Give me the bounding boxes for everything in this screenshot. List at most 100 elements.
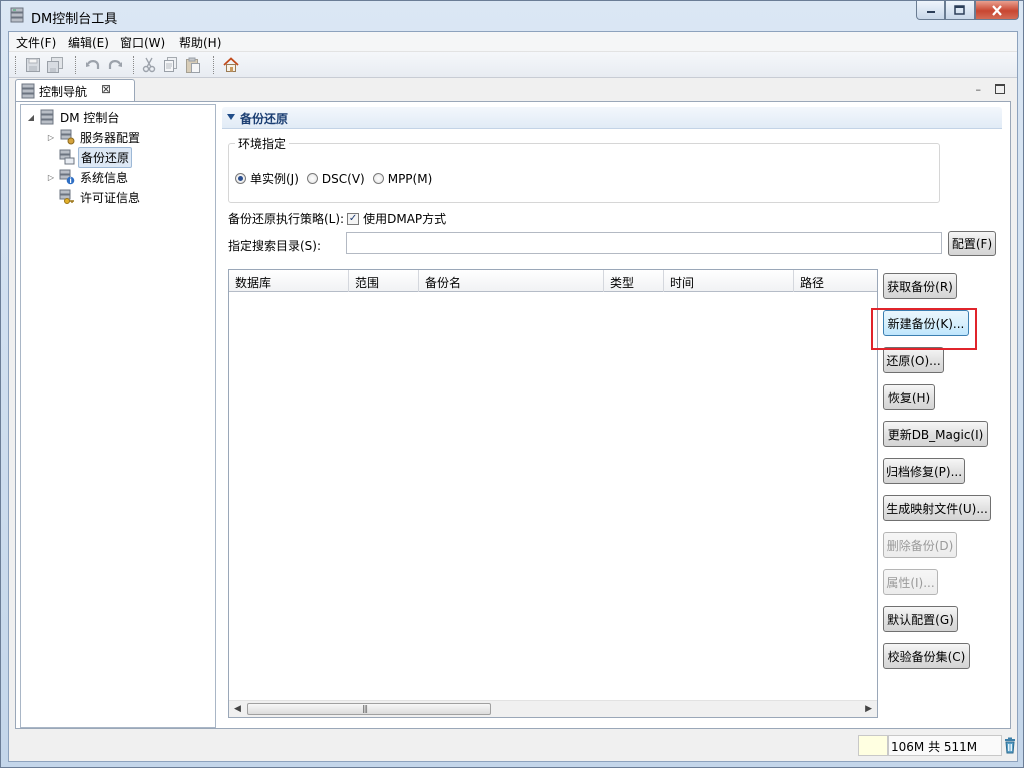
- view-minimize-icon[interactable]: –: [976, 83, 982, 96]
- radio-label[interactable]: 单实例(J): [250, 170, 299, 187]
- radio-label[interactable]: DSC(V): [322, 172, 365, 186]
- tree-collapsed-arrow-icon[interactable]: ▷: [45, 173, 57, 182]
- column-type[interactable]: 类型: [604, 270, 664, 292]
- tree-item-label: 系统信息: [80, 170, 129, 185]
- section-header[interactable]: 备份还原: [222, 107, 1002, 129]
- memory-usage: 106M 共 511M: [888, 735, 1002, 756]
- undo-icon[interactable]: [85, 57, 101, 73]
- tree-item-label: DM 控制台: [60, 110, 120, 125]
- tree-collapsed-arrow-icon[interactable]: ▷: [45, 133, 57, 142]
- view-tab-bar: 控制导航 ⊠ –: [12, 79, 1015, 101]
- window-title: DM控制台工具: [31, 12, 118, 27]
- view-body: ◢ DM 控制台 ▷ 服务器配置 备份还原 ▷ 系统信息 许可证信息 备份还原 …: [15, 101, 1011, 729]
- backup-table[interactable]: 数据库 范围 备份名 类型 时间 路径 ◀ ||| ▶: [228, 269, 878, 718]
- scroll-right-arrow-icon[interactable]: ▶: [865, 704, 872, 714]
- server-icon: [40, 109, 54, 125]
- tree-item-system-info[interactable]: ▷ 系统信息: [45, 167, 130, 187]
- view-maximize-icon[interactable]: [995, 84, 1005, 94]
- column-time[interactable]: 时间: [664, 270, 794, 292]
- home-icon[interactable]: [223, 57, 239, 73]
- restore-icon: [954, 5, 965, 15]
- save-all-icon[interactable]: [47, 57, 63, 73]
- tree-item-root[interactable]: ◢ DM 控制台: [25, 107, 121, 127]
- garbage-collect-icon[interactable]: [1004, 737, 1016, 754]
- update-db-magic-button[interactable]: 更新DB_Magic(I): [883, 421, 988, 447]
- radio-single-instance[interactable]: [235, 173, 246, 184]
- license-icon: [59, 189, 74, 204]
- archive-repair-button[interactable]: 归档修复(P)...: [883, 458, 965, 484]
- toolbar-separator: [213, 56, 216, 74]
- tree-item-backup-restore[interactable]: 备份还原: [45, 146, 133, 168]
- default-config-button[interactable]: 默认配置(G): [883, 606, 958, 632]
- environment-group: 环境指定 单实例(J) DSC(V) MPP(M): [228, 135, 940, 203]
- radio-label[interactable]: MPP(M): [388, 172, 433, 186]
- environment-group-title: 环境指定: [235, 135, 290, 152]
- navigator-tree: ◢ DM 控制台 ▷ 服务器配置 备份还原 ▷ 系统信息 许可证信息: [20, 104, 216, 728]
- get-backup-button[interactable]: 获取备份(R): [883, 273, 957, 299]
- section-title: 备份还原: [240, 112, 289, 126]
- menu-bar: 文件(F) 编辑(E) 窗口(W) 帮助(H): [9, 32, 1017, 52]
- minimize-icon: [926, 11, 935, 13]
- toolbar-separator: [133, 56, 136, 74]
- table-hscrollbar[interactable]: ◀ ||| ▶: [229, 700, 877, 717]
- properties-button[interactable]: 属性(I)...: [883, 569, 938, 595]
- recover-button[interactable]: 恢复(H): [883, 384, 935, 410]
- environment-radio-group: 单实例(J) DSC(V) MPP(M): [235, 170, 440, 187]
- dmap-checkbox-label[interactable]: 使用DMAP方式: [363, 210, 446, 227]
- tab-control-navigator[interactable]: 控制导航 ⊠: [15, 79, 135, 101]
- close-icon: [992, 4, 1002, 16]
- tree-item-server-config[interactable]: ▷ 服务器配置: [45, 127, 142, 147]
- maximize-button[interactable]: [945, 1, 975, 20]
- backup-restore-icon: [59, 149, 75, 165]
- tree-expanded-arrow-icon[interactable]: ◢: [25, 113, 37, 122]
- dmap-checkbox[interactable]: ✓: [347, 212, 360, 225]
- column-scope[interactable]: 范围: [349, 270, 419, 292]
- status-field: [858, 735, 888, 756]
- server-config-icon: [60, 129, 75, 145]
- menu-file[interactable]: 文件(F): [16, 34, 56, 51]
- cut-icon[interactable]: [141, 57, 157, 73]
- toolbar: [9, 52, 1017, 78]
- backup-restore-editor: 备份还原 环境指定 单实例(J) DSC(V) MPP(M) 备份还原执行策略(…: [220, 104, 1008, 728]
- column-backup-name[interactable]: 备份名: [419, 270, 604, 292]
- menu-window[interactable]: 窗口(W): [120, 34, 165, 51]
- close-button[interactable]: [975, 1, 1019, 20]
- restore-button[interactable]: 还原(O)...: [883, 347, 944, 373]
- collapse-arrow-icon[interactable]: [227, 114, 235, 120]
- copy-icon[interactable]: [163, 57, 179, 73]
- column-path[interactable]: 路径: [794, 270, 877, 292]
- system-info-icon: [59, 169, 75, 185]
- app-window: DM控制台工具 文件(F) 编辑(E) 窗口(W) 帮助(H) 控制导航 ⊠ –…: [0, 0, 1024, 768]
- window-controls: [916, 1, 1019, 21]
- verify-backup-set-button[interactable]: 校验备份集(C): [883, 643, 970, 669]
- highlight-annotation: [871, 308, 977, 350]
- minimize-button[interactable]: [916, 1, 945, 20]
- radio-dsc[interactable]: [306, 173, 318, 184]
- tree-item-license-info[interactable]: 许可证信息: [45, 187, 142, 207]
- menu-edit[interactable]: 编辑(E): [68, 34, 109, 51]
- menu-help[interactable]: 帮助(H): [179, 34, 221, 51]
- tab-close-icon[interactable]: ⊠: [101, 82, 111, 96]
- tree-item-label: 许可证信息: [80, 190, 141, 205]
- title-bar[interactable]: DM控制台工具: [1, 1, 1023, 31]
- save-icon[interactable]: [25, 57, 41, 73]
- app-icon: [10, 7, 24, 23]
- tree-item-label: 备份还原: [78, 146, 133, 168]
- navigator-icon: [21, 83, 35, 99]
- scroll-thumb[interactable]: |||: [247, 703, 491, 715]
- column-database[interactable]: 数据库: [229, 270, 349, 292]
- scroll-left-arrow-icon[interactable]: ◀: [234, 704, 241, 714]
- config-button[interactable]: 配置(F): [948, 231, 996, 256]
- paste-icon[interactable]: [185, 57, 201, 73]
- delete-backup-button[interactable]: 删除备份(D): [883, 532, 957, 558]
- redo-icon[interactable]: [107, 57, 123, 73]
- radio-mpp[interactable]: [372, 173, 384, 184]
- strategy-label: 备份还原执行策略(L):: [228, 212, 345, 226]
- generate-mapping-file-button[interactable]: 生成映射文件(U)...: [883, 495, 991, 521]
- scroll-grip-icon: |||: [362, 704, 368, 713]
- tree-item-label: 服务器配置: [80, 130, 141, 145]
- toolbar-separator: [75, 56, 78, 74]
- search-dir-input[interactable]: [346, 232, 942, 254]
- toolbar-grip[interactable]: [15, 56, 18, 74]
- status-bar: 106M 共 511M: [9, 732, 1017, 761]
